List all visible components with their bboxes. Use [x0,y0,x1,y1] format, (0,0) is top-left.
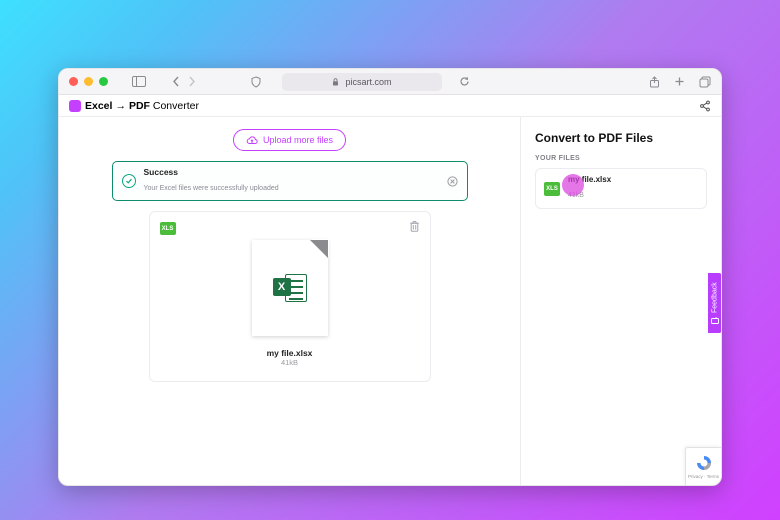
browser-window: picsart.com Excel→PDF [58,68,722,486]
window-close-button[interactable] [69,77,78,86]
side-title: Convert to PDF Files [535,131,707,145]
content-area: Upload more files Success Your Excel fil… [59,117,721,485]
uploaded-file-card: XLS X my file.xlsx [149,211,431,382]
tab-overview-icon[interactable] [699,76,711,88]
side-file-row[interactable]: XLS my file.xlsx 41kB [535,168,707,209]
window-minimize-button[interactable] [84,77,93,86]
cursor-highlight [562,174,584,196]
upload-more-files-button[interactable]: Upload more files [233,129,346,151]
alert-close-button[interactable] [447,176,458,187]
browser-titlebar: picsart.com [59,69,721,95]
delete-file-button[interactable] [409,220,420,232]
sidebar-toggle-icon[interactable] [132,76,146,87]
your-files-label: YOUR FILES [535,155,707,162]
url-host: picsart.com [345,77,391,87]
feedback-chat-icon [711,316,719,324]
recaptcha-text: Privacy · Terms [688,474,719,479]
file-thumbnail: X [252,240,328,336]
address-bar[interactable]: picsart.com [282,73,442,91]
alert-title: Success [144,167,279,177]
lock-icon [332,78,339,86]
file-size: 41kB [281,358,298,367]
privacy-shield-icon[interactable] [250,76,262,88]
app-logo[interactable] [69,100,81,112]
upload-button-label: Upload more files [263,135,333,145]
success-alert: Success Your Excel files were successful… [112,161,468,201]
recaptcha-icon [695,454,713,472]
xls-badge-small: XLS [544,182,560,196]
cloud-upload-icon [246,136,258,145]
window-fullscreen-button[interactable] [99,77,108,86]
reload-button[interactable] [459,76,470,87]
page-fold-icon [310,240,328,258]
excel-file-icon: X [273,272,307,304]
xls-badge: XLS [160,222,176,235]
alert-message: Your Excel files were successfully uploa… [144,185,279,192]
file-name: my file.xlsx [267,348,313,358]
app-header: Excel→PDF Converter [59,95,721,117]
side-panel: Convert to PDF Files YOUR FILES XLS my f… [521,117,721,485]
back-button[interactable] [172,76,181,87]
forward-button[interactable] [187,76,196,87]
page-title: Excel→PDF Converter [85,100,199,112]
new-tab-icon[interactable] [674,76,685,88]
share-icon[interactable] [649,76,660,88]
recaptcha-badge[interactable]: Privacy · Terms [685,447,721,485]
check-circle-icon [122,174,136,188]
main-column: Upload more files Success Your Excel fil… [59,117,521,485]
feedback-tab[interactable]: Feedback [708,273,722,333]
page-share-icon[interactable] [699,100,711,112]
